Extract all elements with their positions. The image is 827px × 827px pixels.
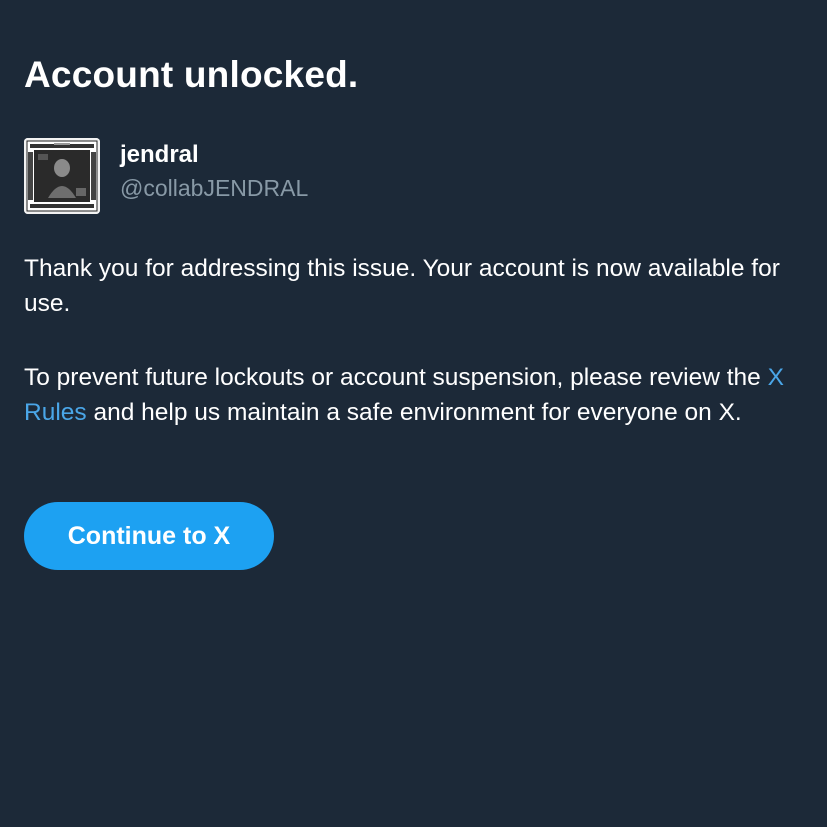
page-title: Account unlocked. [24, 54, 359, 95]
account-names: jendral @collabJENDRAL [120, 138, 308, 203]
continue-button[interactable]: Continue to X [24, 502, 274, 570]
profile-photo-avatar-icon [24, 138, 100, 214]
account-card: jendral @collabJENDRAL [24, 138, 308, 214]
message-paragraph-2-text-before: To prevent future lockouts or account su… [24, 364, 768, 391]
display-name: jendral [120, 141, 199, 168]
message-paragraph-2-text-after: and help us maintain a safe environment … [86, 399, 742, 426]
account-unlocked-page: Account unlocked. jendral @collabJENDRAL [0, 0, 827, 827]
account-handle: @collabJENDRAL [120, 175, 309, 201]
avatar [24, 138, 100, 214]
message-paragraph-1: Thank you for addressing this issue. You… [24, 255, 780, 317]
message-paragraph-2: To prevent future lockouts or account su… [24, 360, 804, 430]
